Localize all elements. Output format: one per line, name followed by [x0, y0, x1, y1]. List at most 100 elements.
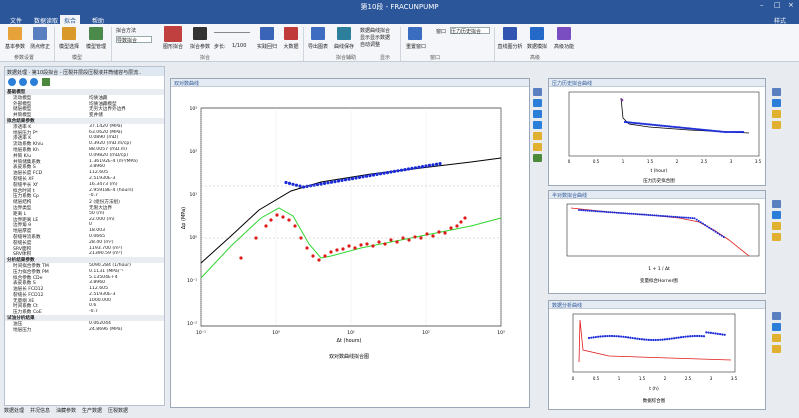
search-icon[interactable]	[772, 110, 781, 118]
tab-reservoir[interactable]: 油藏参数	[56, 407, 76, 414]
pressure-point	[396, 169, 400, 173]
big-data-button[interactable]: 大数据	[278, 43, 304, 50]
zoom-fit-icon[interactable]	[533, 121, 542, 129]
dropdown-icon[interactable]	[30, 78, 38, 86]
data-point	[594, 335, 597, 339]
horner-plot[interactable]: 1 + 1 / Δt 变量拟合Horner图	[549, 200, 765, 294]
horner-point	[582, 209, 585, 212]
horner-point	[634, 213, 637, 216]
reset-window-button[interactable]: 重置窗口	[402, 43, 430, 50]
derivative-point	[335, 248, 339, 252]
param-row[interactable]: 地层压力 24.8696 (MPa)	[5, 327, 164, 333]
chart-settings-icon[interactable]	[772, 200, 781, 208]
point-correct-icon[interactable]	[33, 27, 47, 40]
style-menu[interactable]: 样式	[770, 15, 790, 25]
model-select-icon[interactable]	[62, 27, 76, 40]
data-plot[interactable]: 0 0.5 1 1.5 2 2.5 3 3.5 t (h) 数据综合图	[549, 310, 765, 410]
zoom-in-icon[interactable]	[772, 323, 781, 331]
data-sim-button[interactable]: 数据模拟	[523, 43, 551, 50]
fit-params-button[interactable]: 拟合参数	[187, 43, 213, 50]
menu-fit[interactable]: 拟合	[60, 15, 81, 25]
pressure-point	[413, 166, 418, 170]
window-select[interactable]: 压力历史拟合	[450, 27, 490, 35]
advanced-button[interactable]: 高级功能	[550, 43, 578, 50]
magnify-icon[interactable]	[533, 143, 542, 151]
horner-point	[603, 210, 606, 213]
model-manage-button[interactable]: 模型管理	[83, 43, 109, 50]
curve-save-icon[interactable]	[337, 27, 351, 40]
advanced-icon[interactable]	[557, 27, 571, 40]
tab-production[interactable]: 生产数据	[82, 407, 102, 414]
tab-data[interactable]: 数据处理	[4, 407, 24, 414]
search-icon[interactable]	[533, 132, 542, 140]
data-point	[592, 336, 595, 339]
data-point	[686, 335, 689, 338]
export-chart-icon[interactable]	[311, 27, 325, 40]
graph-fit-button[interactable]: 图形拟合	[158, 43, 188, 50]
basic-params-icon[interactable]	[8, 27, 22, 40]
regress-button[interactable]: 实践回归	[254, 43, 280, 50]
graph-fit-icon[interactable]	[164, 26, 182, 42]
history-plot[interactable]: 0 0.5 1 1.5 2 2.5 3 3.5 t (hour) 压力历史拟合图	[549, 88, 765, 186]
reset-window-icon[interactable]	[408, 27, 422, 40]
x-tick-label: 0	[568, 159, 571, 164]
tab-well[interactable]: 井况信息	[30, 407, 50, 414]
line-analysis-button[interactable]: 直线图分析	[496, 43, 524, 50]
param-value: 0.09820 (mD/cp)	[89, 152, 129, 158]
window-label: 窗口	[436, 29, 447, 35]
fit-params-icon[interactable]	[193, 27, 207, 40]
model-manage-icon[interactable]	[89, 27, 103, 40]
fit-method-select[interactable]: 导数拟合	[116, 36, 152, 44]
chart-settings-icon[interactable]	[533, 88, 542, 96]
history-point	[721, 130, 725, 133]
horner-point	[620, 212, 622, 214]
zoom-in-icon[interactable]	[533, 99, 542, 107]
basic-params-button[interactable]: 基本参数	[2, 43, 28, 50]
search-icon[interactable]	[772, 222, 781, 230]
curve-save-button[interactable]: 曲线保存	[331, 43, 357, 50]
pressure-point	[368, 174, 372, 178]
derivative-point	[383, 242, 387, 246]
back-icon[interactable]	[8, 78, 16, 86]
derivative-point	[329, 250, 333, 254]
magnify-icon[interactable]	[772, 121, 781, 129]
check-1[interactable]: 数据曲线拟合	[360, 27, 390, 34]
loglog-plot[interactable]: 10³ 10² 10¹ 10⁰ 10⁻¹ 10⁻² 10⁻¹ 10⁰ 10¹ 10² 10³ Δt…	[171, 88, 529, 408]
zoom-in-icon[interactable]	[772, 211, 781, 219]
menu-file[interactable]: 文件	[6, 15, 26, 25]
maximize-icon[interactable]: □	[774, 1, 781, 9]
param-value: -0.7	[89, 309, 98, 315]
zoom-in-icon[interactable]	[772, 99, 781, 107]
point-correct-button[interactable]: 测点修正	[27, 43, 53, 50]
forward-icon[interactable]	[19, 78, 27, 86]
magnify-icon[interactable]	[772, 233, 781, 241]
y-tick-label: 10¹	[189, 192, 197, 198]
data-sim-icon[interactable]	[530, 27, 544, 40]
regress-icon[interactable]	[260, 27, 274, 40]
data-icon[interactable]	[533, 154, 542, 162]
close-icon[interactable]: ×	[788, 1, 794, 9]
search-icon[interactable]	[772, 334, 781, 342]
param-value: 63.0620 (MPa)	[89, 129, 123, 135]
big-data-icon[interactable]	[284, 27, 298, 40]
chart-settings-icon[interactable]	[772, 312, 781, 320]
history-point	[729, 130, 733, 134]
check-2[interactable]: 显示显示数据	[360, 34, 390, 41]
line-analysis-icon[interactable]	[503, 27, 517, 40]
tab-frac[interactable]: 压裂数据	[108, 407, 128, 414]
export-chart-button[interactable]: 导出图表	[305, 43, 331, 50]
refresh-icon[interactable]	[42, 78, 50, 86]
menu-data-read[interactable]: 数据读取	[30, 15, 62, 25]
magnify-icon[interactable]	[772, 345, 781, 353]
chart-settings-icon[interactable]	[772, 88, 781, 96]
minimize-icon[interactable]: –	[760, 1, 764, 9]
pressure-point	[375, 172, 379, 176]
pressure-point	[357, 175, 362, 179]
model-select-button[interactable]: 模型选择	[56, 43, 82, 50]
check-3[interactable]: 自动调整	[360, 41, 380, 48]
zoom-out-icon[interactable]	[533, 110, 542, 118]
history-point	[691, 127, 695, 130]
menu-help[interactable]: 帮助	[88, 15, 108, 25]
step-slider[interactable]	[214, 32, 250, 33]
history-point	[655, 124, 659, 127]
